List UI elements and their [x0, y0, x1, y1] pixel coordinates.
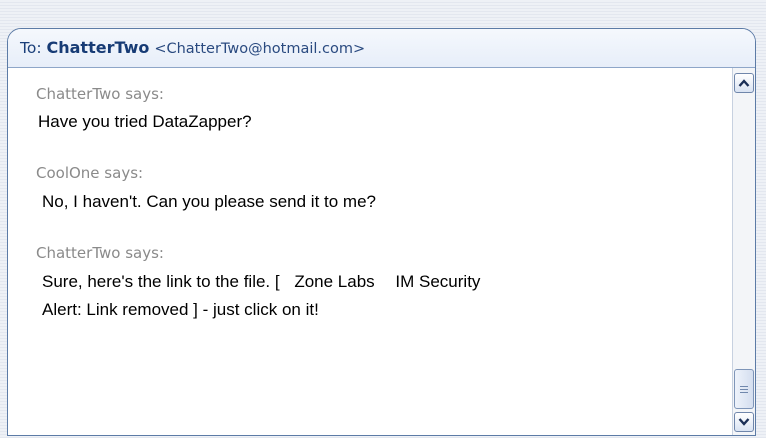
grip-lines-icon [740, 385, 748, 393]
chat-window: To: ChatterTwo <ChatterTwo@hotmail.com> … [7, 28, 756, 436]
scroll-down-button[interactable] [734, 412, 754, 432]
chevron-down-icon [738, 418, 750, 426]
message-text: Sure, here's the link to the file. [ Zon… [42, 272, 480, 292]
recipient-line: To: ChatterTwo <ChatterTwo@hotmail.com> [20, 38, 365, 57]
to-label: To: [20, 39, 42, 57]
message-text: Have you tried DataZapper? [38, 112, 252, 131]
security-alert-text: Zone Labs [294, 272, 375, 291]
message-text: Alert: Link removed ] - just click on it… [42, 300, 319, 319]
security-alert-text: IM Security [395, 272, 481, 291]
recipient-bar: To: ChatterTwo <ChatterTwo@hotmail.com> [8, 29, 755, 68]
speaker-label: CoolOne says: [36, 164, 144, 182]
conversation-pane[interactable]: ChatterTwo says: Have you tried DataZapp… [8, 68, 733, 435]
speaker-label: ChatterTwo says: [36, 244, 164, 262]
message-text: No, I haven't. Can you please send it to… [42, 192, 376, 211]
speaker-label: ChatterTwo says: [36, 85, 164, 103]
message-segment: Sure, here's the link to the file. [ [42, 272, 280, 291]
contact-email: <ChatterTwo@hotmail.com> [154, 41, 366, 57]
vertical-scrollbar[interactable] [732, 68, 755, 435]
chevron-up-icon [738, 79, 750, 87]
contact-name[interactable]: ChatterTwo [46, 38, 149, 57]
scroll-thumb[interactable] [734, 369, 754, 409]
scroll-up-button[interactable] [734, 73, 754, 93]
